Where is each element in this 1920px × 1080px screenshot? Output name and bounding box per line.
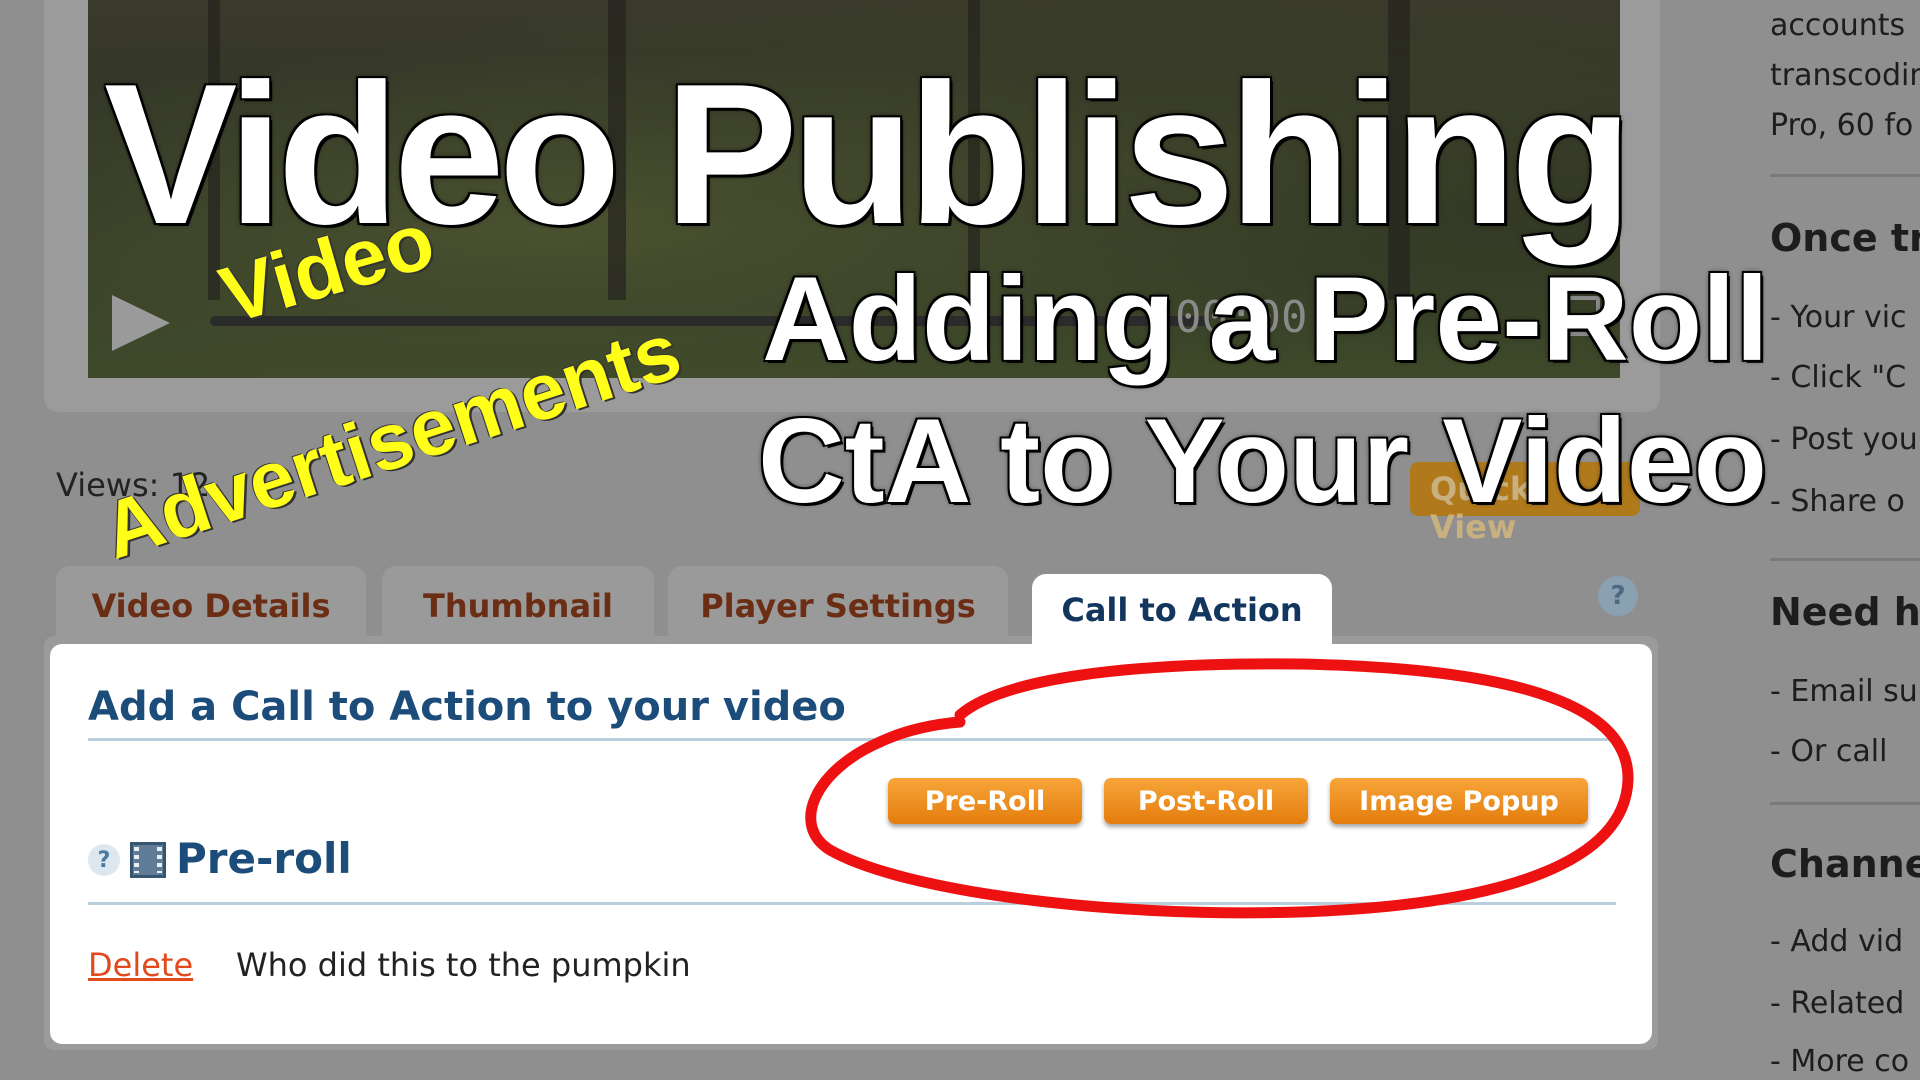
overlay-subtitle-line2: CtA to Your Video	[758, 394, 1767, 528]
highlight-stroke	[805, 658, 1634, 919]
overlay-subtitle-line1: Adding a Pre-Roll	[762, 252, 1769, 386]
